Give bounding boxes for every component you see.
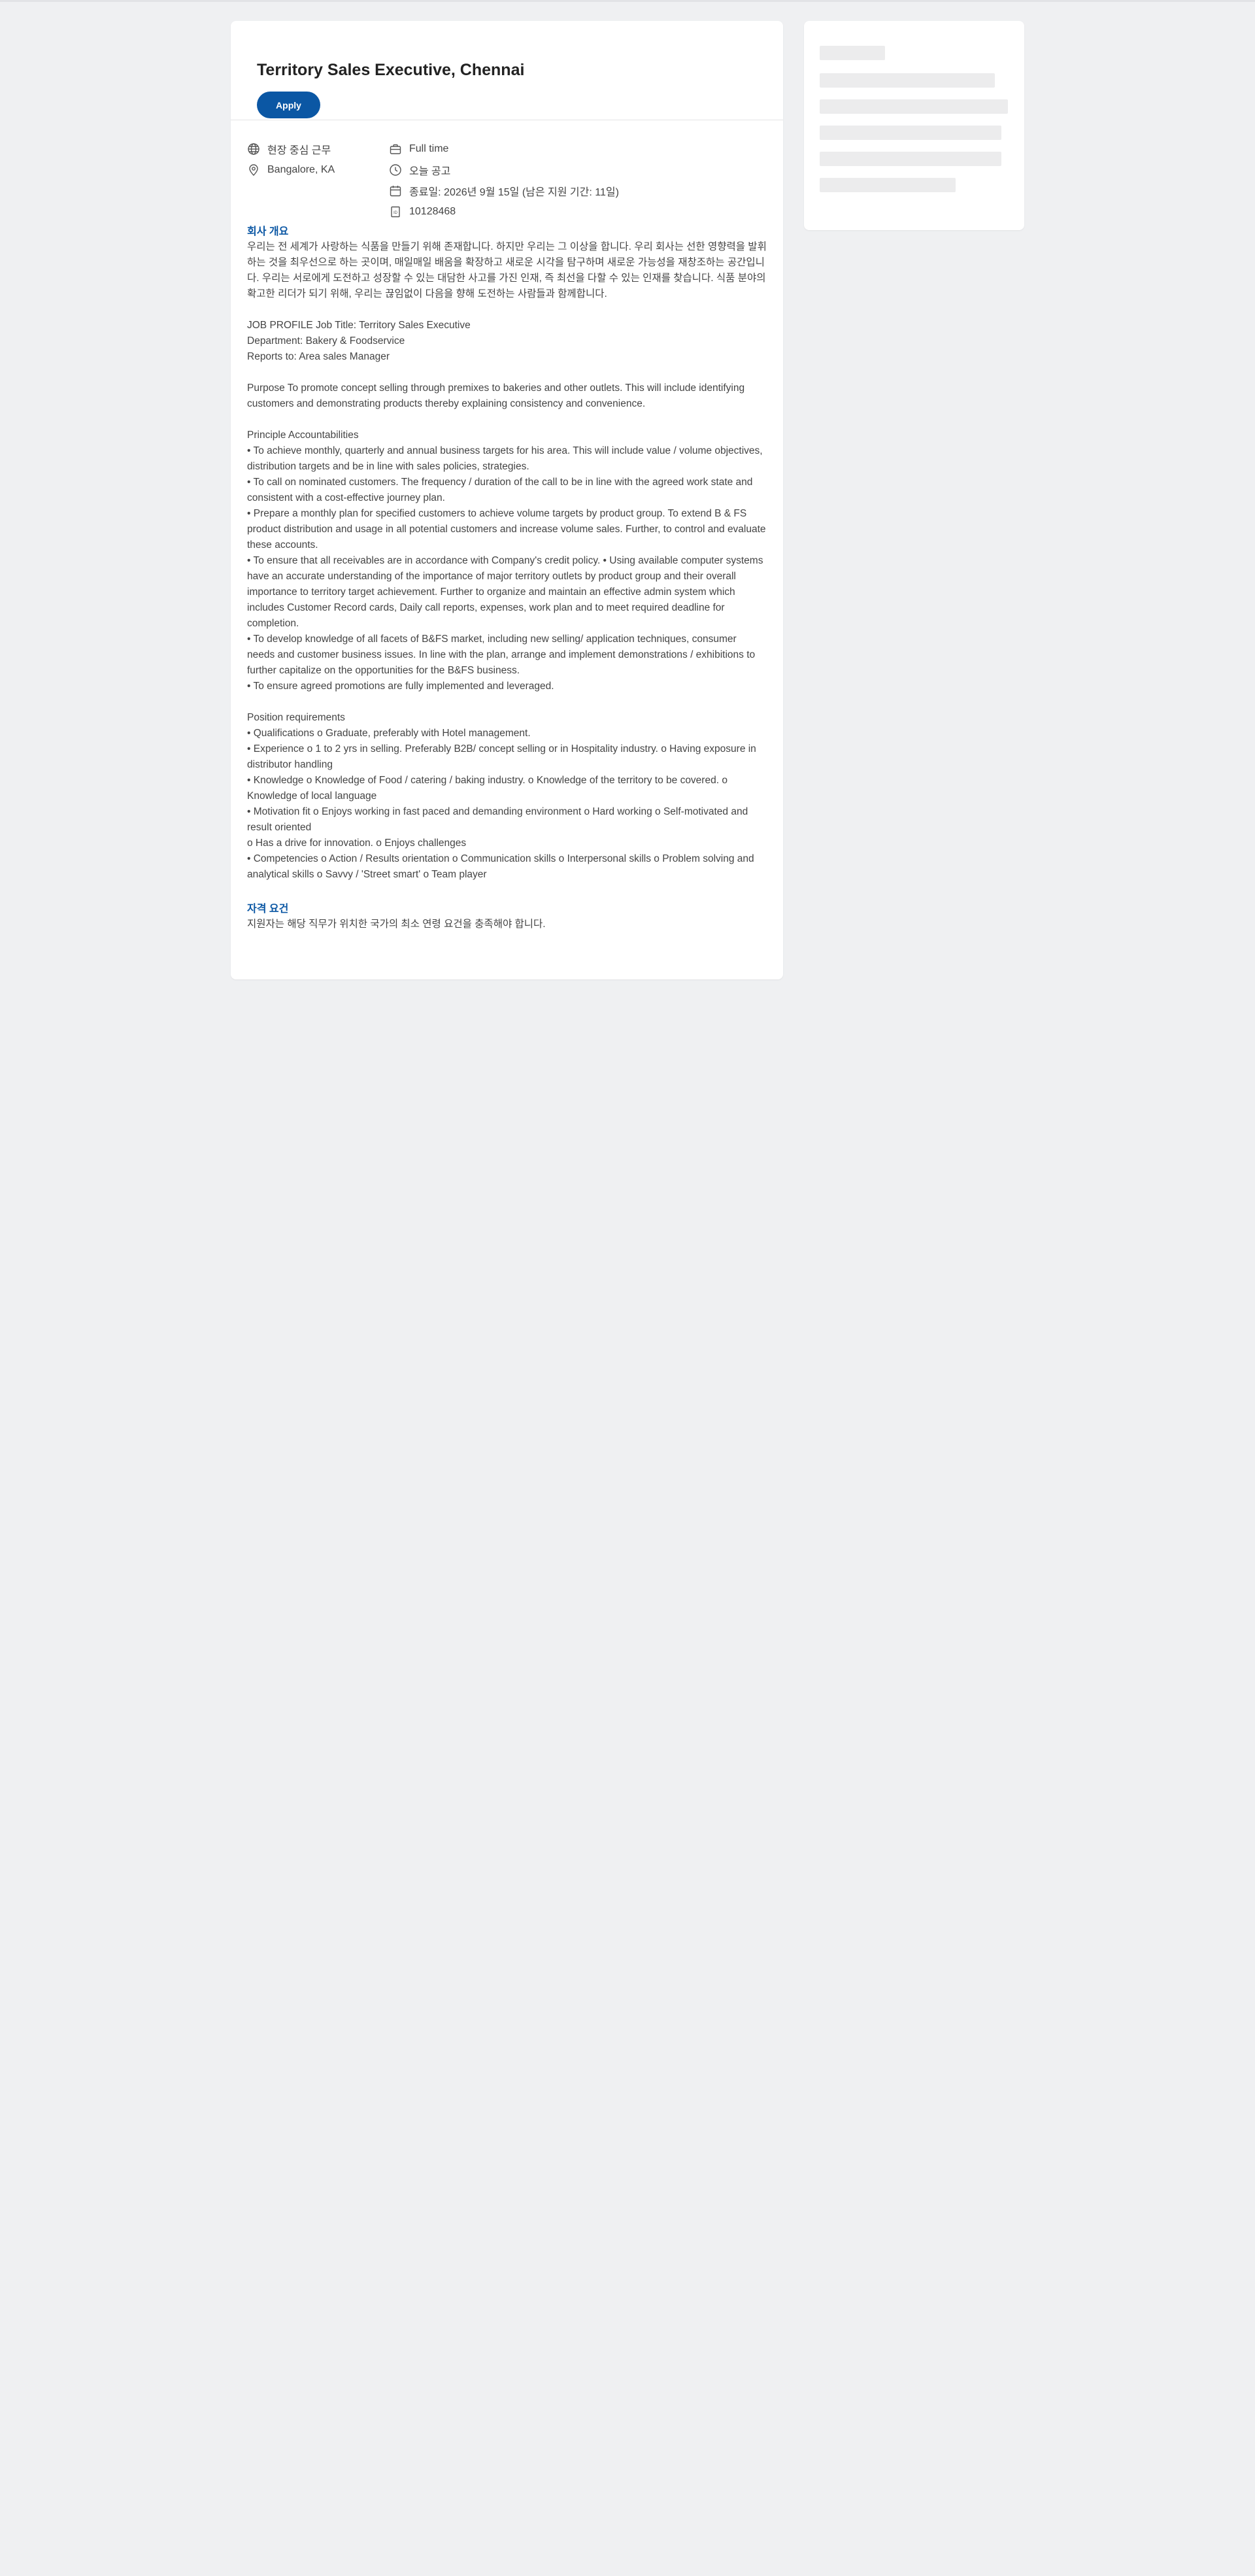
accountabilities: Principle Accountabilities • To achieve … — [247, 428, 767, 694]
skeleton-line — [820, 152, 1001, 166]
accountabilities-title: Principle Accountabilities — [247, 430, 359, 441]
qualifications-body: 지원자는 해당 직무가 위치한 국가의 최소 연령 요건을 충족해야 합니다. — [247, 919, 546, 930]
skeleton-line — [820, 73, 995, 88]
qualifications-heading: 자격 요건 — [247, 904, 289, 915]
meta-deadline-label: 종료일: 2026년 9월 15일 (남은 지원 기간: 11일) — [409, 187, 619, 198]
profile-line: Reports to: Area sales Manager — [247, 351, 390, 362]
accountability-item: • To call on nominated customers. The fr… — [247, 477, 753, 503]
meta-job-id-label: 10128468 — [409, 206, 456, 217]
top-border — [0, 0, 1255, 2]
requirement-item: • Competencies o Action / Results orient… — [247, 853, 754, 880]
job-detail-card: Territory Sales Executive, Chennai Apply… — [231, 21, 783, 979]
meta-work-type-label: 현장 중심 근무 — [267, 145, 331, 156]
briefcase-icon — [390, 144, 401, 154]
svg-text:ID: ID — [393, 211, 398, 215]
requirements-title: Position requirements — [247, 712, 345, 723]
about-body: 우리는 전 세계가 사랑하는 식품을 만들기 위해 존재합니다. 하지만 우리는… — [247, 241, 767, 299]
job-content: 현장 중심 근무 Bangalore, KA Full time 오늘 공고 종… — [231, 120, 783, 932]
job-header: Territory Sales Executive, Chennai Apply — [231, 21, 783, 120]
requirement-item: • Experience o 1 to 2 yrs in selling. Pr… — [247, 743, 756, 770]
about-heading: 회사 개요 — [247, 226, 289, 237]
meta-employment: Full time — [389, 141, 448, 157]
meta-employment-label: Full time — [409, 143, 449, 154]
job-meta: 현장 중심 근무 Bangalore, KA Full time 오늘 공고 종… — [247, 120, 767, 225]
clock-icon — [390, 164, 401, 176]
skeleton-line — [820, 126, 1001, 140]
job-profile: JOB PROFILE Job Title: Territory Sales E… — [247, 318, 767, 365]
meta-posted: 오늘 공고 — [389, 162, 450, 178]
requirement-item: • Motivation fit o Enjoys working in fas… — [247, 806, 748, 833]
calendar-icon — [390, 186, 401, 197]
requirements: Position requirements • Qualifications o… — [247, 710, 767, 883]
accountability-item: • Prepare a monthly plan for specified c… — [247, 508, 766, 551]
id-document-icon: ID — [391, 206, 400, 218]
skeleton-line — [820, 99, 1008, 114]
meta-work-type: 현장 중심 근무 — [247, 141, 331, 157]
meta-posted-label: 오늘 공고 — [409, 166, 451, 177]
meta-location-label: Bangalore, KA — [267, 164, 335, 175]
requirement-item: • Knowledge o Knowledge of Food / cateri… — [247, 775, 728, 802]
requirement-item: • Qualifications o Graduate, preferably … — [247, 728, 531, 739]
profile-line: Department: Bakery & Foodservice — [247, 335, 405, 347]
profile-line: JOB PROFILE Job Title: Territory Sales E… — [247, 320, 471, 331]
requirement-item: o Has a drive for innovation. o Enjoys c… — [247, 838, 467, 849]
meta-deadline: 종료일: 2026년 9월 15일 (남은 지원 기간: 11일) — [389, 183, 619, 199]
apply-button[interactable]: Apply — [257, 92, 320, 118]
meta-job-id: ID 10128468 — [389, 204, 456, 220]
accountability-item: • To develop knowledge of all facets of … — [247, 634, 756, 676]
sidebar-card-loading — [804, 21, 1024, 230]
skeleton-line — [820, 46, 885, 60]
accountability-item: • To ensure that all receivables are in … — [247, 555, 763, 629]
job-title: Territory Sales Executive, Chennai — [257, 61, 525, 79]
meta-location: Bangalore, KA — [247, 162, 335, 178]
globe-icon — [248, 143, 259, 155]
skeleton-line — [820, 178, 956, 192]
purpose-text: Purpose To promote concept selling throu… — [247, 382, 745, 409]
location-pin-icon — [249, 164, 258, 176]
accountability-item: • To ensure agreed promotions are fully … — [247, 681, 554, 692]
accountability-item: • To achieve monthly, quarterly and annu… — [247, 445, 763, 472]
